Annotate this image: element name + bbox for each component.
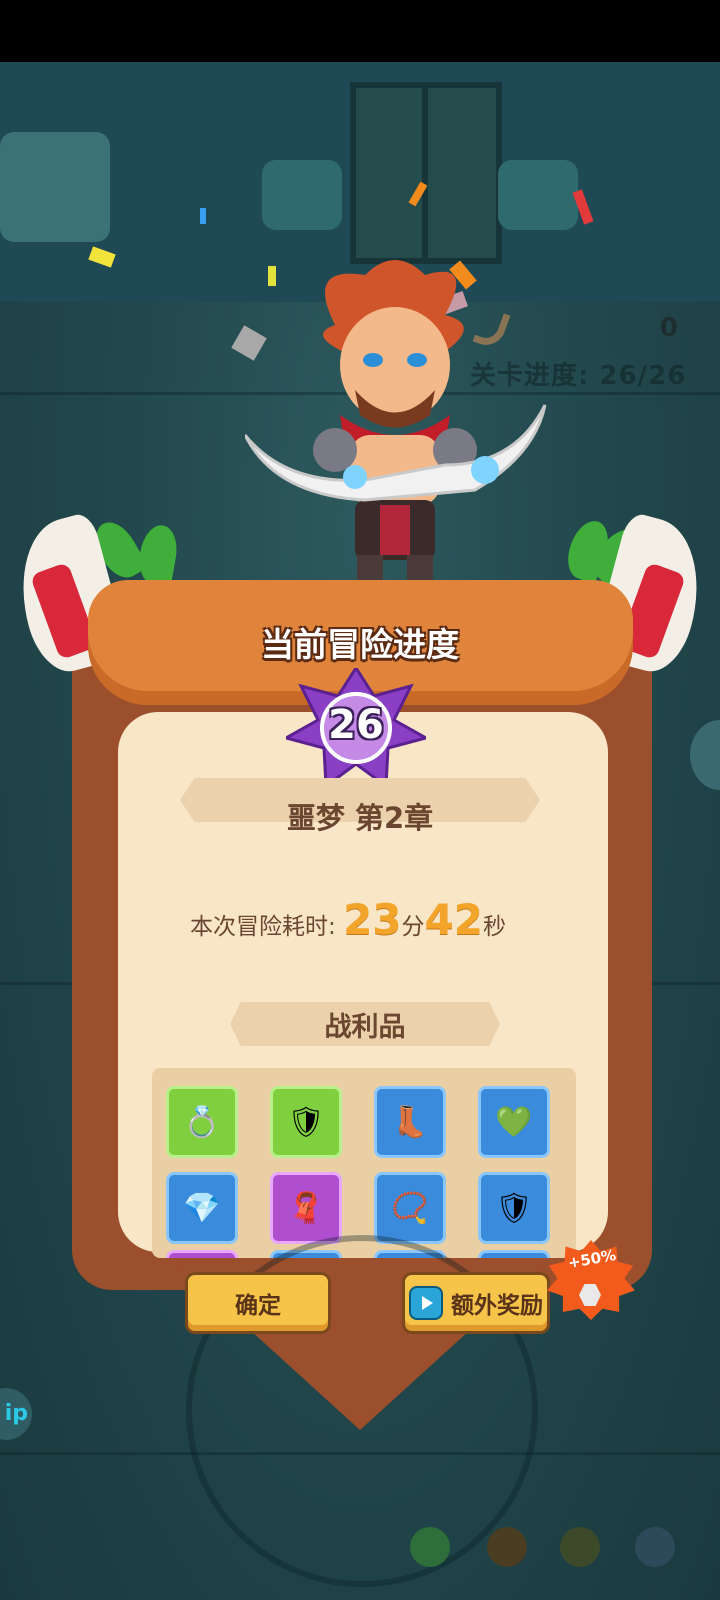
time-label: 本次冒险耗时: [190,914,336,940]
fish-necklace-icon[interactable]: 📿 [374,1172,446,1244]
loot-item-partial[interactable] [478,1250,550,1258]
confetti [200,208,206,224]
ring-green-gem-icon[interactable]: 💚 [478,1086,550,1158]
claw-counter: 0 [659,313,678,343]
confirm-button[interactable]: 确定 [185,1272,331,1334]
panel-title: 当前冒险进度 [261,625,459,664]
loot-title: 战利品 [324,1012,406,1043]
confirm-label: 确定 [235,1293,281,1319]
loot-item-partial[interactable] [166,1250,238,1258]
bonus-label: 额外奖励 [451,1293,543,1319]
seconds-unit: 秒 [482,914,506,940]
loot-grid[interactable]: 💍 🛡 👢 💚 💎 🧣 📿 🛡 [152,1068,576,1258]
armor-pants-icon[interactable]: 🛡 [478,1172,550,1244]
minutes-unit: 分 [401,914,425,940]
wing-icon[interactable] [635,1527,675,1567]
ring-red-gem-icon[interactable]: 💍 [166,1086,238,1158]
stone-pillar [262,160,342,230]
stone-pillar [498,160,578,230]
status-bar [0,0,720,62]
chapter-label: 噩梦 第2章 [286,801,434,835]
red-scarf-icon[interactable]: 🧣 [270,1172,342,1244]
minutes-value: 23 [343,895,402,944]
sun-icon[interactable] [487,1527,527,1567]
hero-character [245,260,547,585]
dungeon-door [350,82,502,264]
lightning-icon[interactable] [560,1527,600,1567]
stone-ledge [0,132,110,242]
blue-crystal-icon[interactable]: 💎 [166,1172,238,1244]
adventure-time: 本次冒险耗时: 23分42秒 [190,895,550,944]
armor-pants-icon[interactable]: 🛡 [270,1086,342,1158]
pink-boots-icon[interactable]: 👢 [374,1086,446,1158]
seconds-value: 42 [424,895,483,944]
level-number: 26 [328,702,384,748]
video-play-icon [409,1286,443,1320]
bonus-reward-button[interactable]: 额外奖励 [402,1272,550,1334]
swirl-icon[interactable] [410,1527,450,1567]
